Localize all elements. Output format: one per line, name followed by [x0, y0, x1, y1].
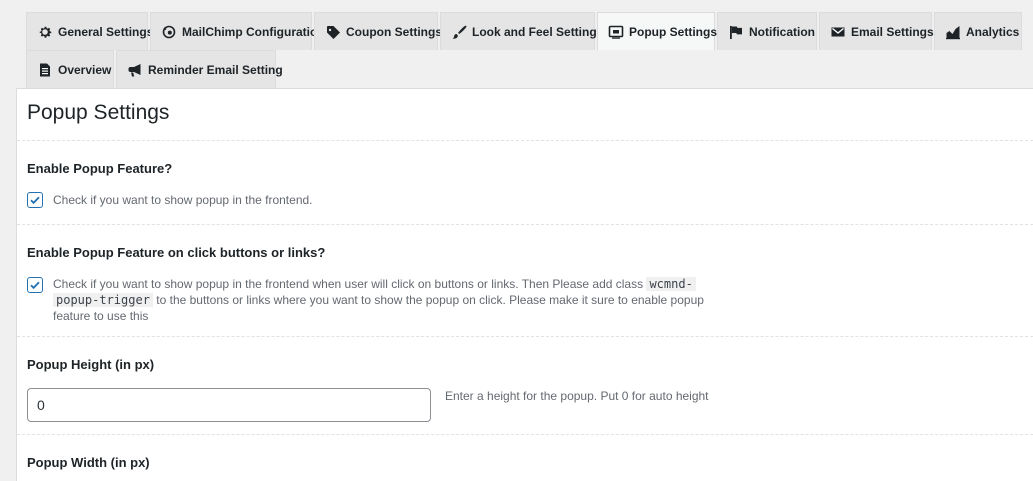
checkbox-line: Check if you want to show popup in the f…: [27, 276, 1023, 324]
brush-icon: [451, 23, 467, 41]
setting-popup-height: Popup Height (in px) Enter a height for …: [17, 337, 1033, 435]
checkmark-icon: [30, 281, 40, 290]
tab-look-and-feel-settings[interactable]: Look and Feel Settings: [440, 12, 603, 50]
document-icon: [37, 61, 53, 79]
tab-email-settings[interactable]: Email Settings: [819, 12, 934, 50]
class-name-code: wcmnd-: [646, 277, 696, 291]
setting-label: Enable Popup Feature on click buttons or…: [27, 245, 326, 260]
page-title: Popup Settings: [17, 89, 1033, 141]
tab-coupon-settings[interactable]: Coupon Settings: [314, 12, 442, 50]
popup-icon: [608, 23, 624, 41]
checkmark-icon: [30, 196, 40, 205]
tab-label: Reminder Email Setting: [148, 62, 283, 77]
tab-label: Coupon Settings: [346, 24, 442, 39]
setting-description: Check if you want to show popup in the f…: [53, 193, 313, 207]
tab-label: General Settings: [58, 24, 154, 39]
gear-icon: [37, 23, 53, 41]
setting-description: Check if you want to show popup in the f…: [53, 276, 723, 324]
setting-enable-popup-on-click: Enable Popup Feature on click buttons or…: [17, 225, 1033, 337]
tab-reminder-email-setting[interactable]: Reminder Email Setting: [116, 50, 283, 88]
setting-label: Enable Popup Feature?: [27, 161, 173, 176]
tab-analytics[interactable]: Analytics: [934, 12, 1022, 50]
class-name-code: popup-trigger: [53, 293, 153, 307]
tab-general-settings[interactable]: General Settings: [26, 12, 153, 50]
flag-icon: [728, 23, 744, 41]
mailchimp-icon: [161, 23, 177, 41]
setting-enable-popup: Enable Popup Feature? Check if you want …: [17, 141, 1033, 225]
settings-panel: Popup Settings Enable Popup Feature? Che…: [16, 88, 1033, 481]
tab-label: Look and Feel Settings: [472, 24, 604, 39]
tab-label: Overview: [58, 62, 112, 77]
tab-label: Email Settings: [851, 24, 934, 39]
enable-popup-on-click-checkbox[interactable]: [27, 277, 43, 293]
tab-mailchimp-configuration[interactable]: MailChimp Configuration: [150, 12, 325, 50]
tab-label: MailChimp Configuration: [182, 24, 325, 39]
popup-height-input[interactable]: [27, 388, 431, 422]
envelope-icon: [830, 23, 846, 41]
chart-icon: [945, 23, 961, 41]
description-text: Check if you want to show popup in the f…: [53, 277, 644, 291]
megaphone-icon: [127, 61, 143, 79]
settings-tabs: General Settings MailChimp Configuration…: [26, 12, 1033, 88]
setting-label: Popup Width (in px): [27, 455, 150, 470]
setting-description: Enter a height for the popup. Put 0 for …: [445, 389, 709, 403]
tag-icon: [325, 23, 341, 41]
setting-label: Popup Height (in px): [27, 357, 155, 372]
tab-overview[interactable]: Overview: [26, 50, 114, 88]
tab-label: Analytics: [966, 24, 1020, 39]
enable-popup-checkbox[interactable]: [27, 192, 43, 208]
tab-notification[interactable]: Notification: [717, 12, 817, 50]
input-line: Enter a height for the popup. Put 0 for …: [27, 388, 1023, 422]
tab-label: Popup Settings: [629, 24, 717, 39]
tab-label: Notification: [749, 24, 815, 39]
setting-popup-width: Popup Width (in px): [17, 435, 1033, 470]
checkbox-line: Check if you want to show popup in the f…: [27, 192, 1023, 208]
tab-popup-settings[interactable]: Popup Settings: [597, 12, 717, 50]
